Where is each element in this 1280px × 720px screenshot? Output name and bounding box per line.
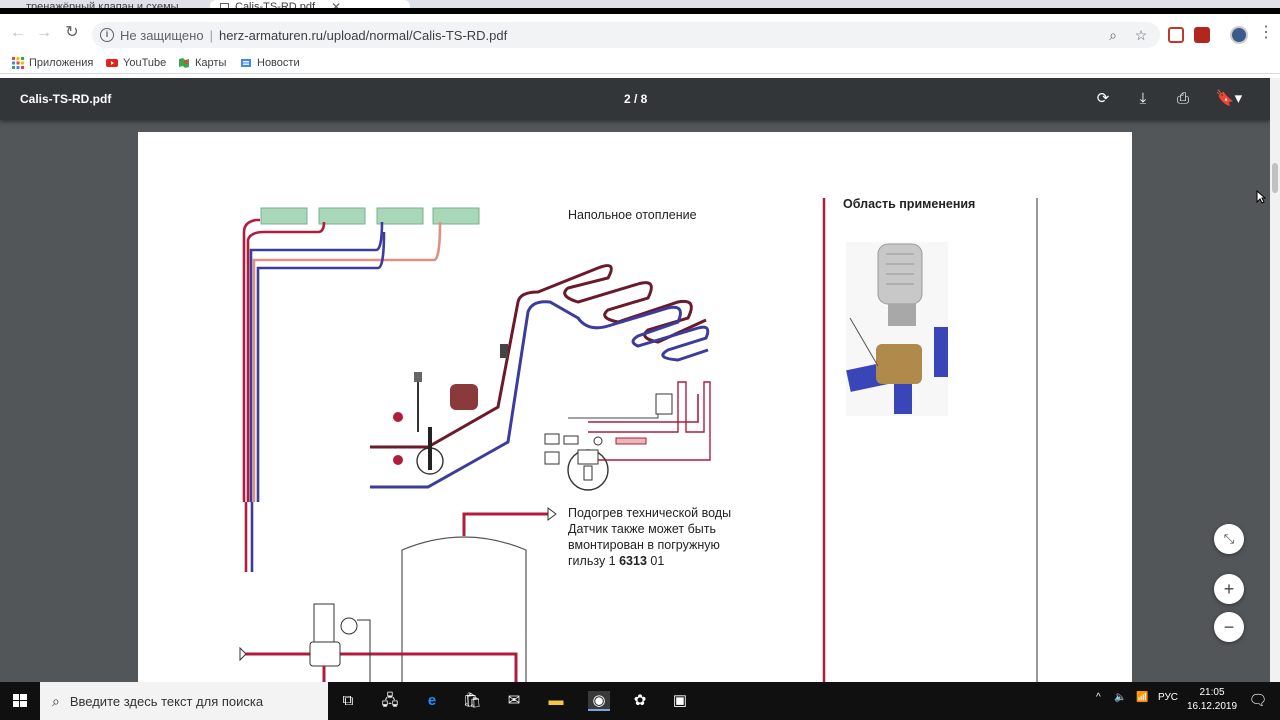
network-icon[interactable]: 📶 (1136, 692, 1148, 703)
sleeve-code: 6313 (619, 554, 647, 568)
search-icon: ⌕ (52, 692, 60, 709)
taskbar: ⌕ Введите здесь текст для поиска ⧉ 🖧 e 🛍… (0, 682, 1280, 720)
rotate-icon[interactable]: ⟳ (1093, 89, 1113, 109)
water-tank (239, 507, 557, 682)
news-icon (241, 59, 251, 67)
volume-icon[interactable]: 🔈 (1114, 692, 1126, 703)
bookmark-label: YouTube (123, 57, 167, 69)
star-icon[interactable]: ☆ (1132, 26, 1150, 44)
pdf-toolbar: Calis-TS-RD.pdf 2 / 8 ⟳ ⤓ ⎙ 🔖▾ (0, 78, 1270, 120)
hot-water-line-3: вмонтирован в погружную (568, 538, 720, 552)
security-state: Не защищено (120, 27, 204, 43)
menu-icon[interactable]: ⋮ (1256, 23, 1276, 43)
bookmark-label: Карты (195, 57, 227, 69)
app-pinned-icon[interactable]: 🖧 (380, 691, 400, 711)
taskbar-search[interactable]: ⌕ Введите здесь текст для поиска (40, 682, 328, 720)
zoom-in-icon[interactable]: + (1214, 574, 1244, 604)
clock-date: 16.12.2019 (1186, 701, 1238, 712)
back-button[interactable]: ← (8, 23, 28, 43)
bookmark-label: Приложения (29, 57, 94, 69)
search-placeholder: Введите здесь текст для поиска (69, 693, 264, 709)
reload-button[interactable]: ↻ (62, 23, 82, 43)
bookmarks-bar: Приложения YouTube Карты Новости (0, 52, 1280, 74)
extension-icon[interactable] (1168, 27, 1184, 43)
store-icon[interactable]: 🛍 (462, 691, 482, 711)
bookmark-youtube[interactable]: YouTube (106, 55, 166, 71)
bookmark-maps[interactable]: Карты (178, 55, 226, 71)
separator: | (209, 27, 213, 43)
bookmark-apps[interactable]: Приложения (12, 55, 93, 71)
browser-toolbar: ← → ↻ i Не защищено | herz-armaturen.ru/… (0, 14, 1280, 52)
language-indicator[interactable]: РУС (1158, 692, 1178, 703)
mail-icon[interactable]: ✉ (504, 691, 524, 711)
info-icon[interactable]: i (100, 28, 114, 42)
profile-avatar[interactable] (1230, 26, 1248, 44)
bookmark-news[interactable]: Новости (240, 55, 300, 71)
mouse-cursor-icon (1256, 190, 1266, 204)
fit-page-icon[interactable]: ⤡ (1214, 524, 1244, 554)
hot-water-line-1: Подогрев технической воды (568, 506, 732, 520)
forward-button[interactable]: → (34, 23, 54, 43)
download-icon[interactable]: ⤓ (1133, 89, 1153, 109)
radiator-group (260, 207, 480, 225)
sleeve-suffix: 01 (646, 554, 665, 568)
page-indicator[interactable]: 2 / 8 (624, 92, 647, 106)
edge-icon[interactable]: e (422, 691, 442, 711)
scrollbar-thumb[interactable] (1272, 163, 1278, 193)
pdf-viewer: Calis-TS-RD.pdf 2 / 8 ⟳ ⤓ ⎙ 🔖▾ Напольное… (0, 78, 1270, 682)
chrome-icon[interactable]: ◉ (588, 691, 610, 711)
clock-time: 21:05 (1199, 687, 1225, 698)
file-explorer-icon[interactable]: ▬ (546, 691, 566, 711)
sleeve-prefix: гильзу 1 (568, 554, 620, 568)
address-bar[interactable]: i Не защищено | herz-armaturen.ru/upload… (92, 22, 1160, 48)
mixing-valve (393, 344, 508, 475)
print-icon[interactable]: ⎙ (1173, 89, 1193, 109)
bookmark-icon[interactable]: 🔖▾ (1213, 89, 1245, 109)
valve-product-photo (846, 242, 948, 416)
chevron-up-icon[interactable]: ^ (1096, 692, 1101, 703)
floor-heating-label: Напольное отопление (568, 208, 697, 222)
hot-water-line-4: гильзу 1 6313 01 (568, 554, 664, 568)
pdf-title: Calis-TS-RD.pdf (20, 92, 112, 106)
media-icon[interactable]: ▣ (670, 691, 690, 711)
clock[interactable]: 21:05 16.12.2019 (1186, 686, 1238, 714)
maps-icon (179, 58, 189, 68)
control-schematic (544, 381, 711, 491)
windows-start-icon[interactable] (0, 682, 40, 720)
photos-icon[interactable]: ✿ (630, 691, 650, 711)
pdf-page: Напольное отопление Область применения П… (138, 132, 1132, 682)
acrobat-icon[interactable] (1194, 27, 1210, 43)
zoom-out-icon[interactable]: − (1214, 612, 1244, 642)
hot-water-line-2: Датчик также может быть (568, 522, 716, 536)
notifications-icon[interactable]: 🗨 (1248, 691, 1268, 711)
zoom-icon[interactable]: ⌕ (1104, 26, 1122, 44)
url-text: herz-armaturen.ru/upload/normal/Calis-TS… (218, 27, 508, 43)
youtube-icon (106, 59, 118, 67)
task-view-icon[interactable]: ⧉ (338, 691, 358, 711)
bookmark-label: Новости (257, 57, 300, 69)
application-title: Область применения (843, 197, 976, 211)
apps-grid-icon (12, 57, 24, 69)
